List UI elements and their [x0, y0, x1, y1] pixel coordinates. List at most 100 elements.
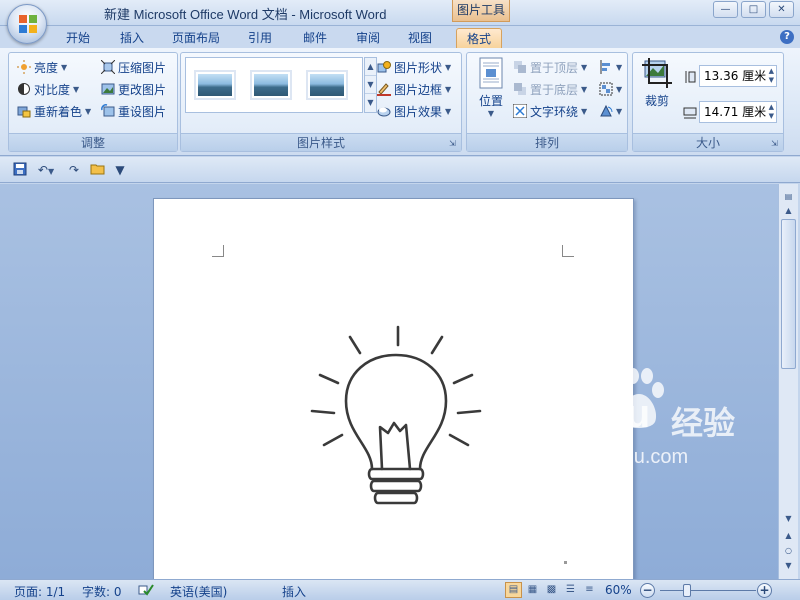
tab-home[interactable]: 开始: [56, 28, 100, 48]
open-icon[interactable]: [88, 162, 108, 178]
document-area: [0, 184, 778, 579]
quick-access-toolbar: ↶▼ ↷ ▼: [0, 157, 800, 183]
browse-object-icon[interactable]: ○: [781, 544, 796, 558]
language-indicator[interactable]: 英语(美国): [170, 583, 227, 600]
contrast-label: 对比度: [34, 82, 71, 97]
picture-style-gallery[interactable]: [185, 57, 363, 113]
print-layout-view-icon[interactable]: ▤: [505, 582, 522, 598]
minimize-button[interactable]: —: [713, 1, 738, 18]
draft-view-icon[interactable]: ≡: [581, 582, 598, 598]
tab-references[interactable]: 引用: [238, 28, 282, 48]
rotate-button[interactable]: ▼: [599, 101, 622, 121]
picture-border-button[interactable]: 图片边框 ▼: [377, 79, 451, 99]
redo-icon[interactable]: ↷: [66, 162, 82, 178]
status-bar: 页面: 1/1 字数: 0 英语(美国) 插入 ▤ ▦ ▩ ☰ ≡ 60% − …: [0, 579, 800, 600]
tab-view[interactable]: 视图: [398, 28, 442, 48]
scroll-up-icon[interactable]: ▲: [781, 204, 796, 218]
tab-mailings[interactable]: 邮件: [293, 28, 337, 48]
document-page[interactable]: [153, 198, 634, 579]
tab-insert[interactable]: 插入: [110, 28, 154, 48]
bring-front-icon: [513, 60, 527, 74]
align-button[interactable]: ▼: [599, 57, 622, 77]
rotate-icon: [599, 104, 613, 118]
compress-label: 压缩图片: [118, 60, 167, 75]
bring-to-front-button[interactable]: 置于顶层 ▼: [513, 57, 587, 77]
recolor-button[interactable]: 重新着色 ▼: [17, 101, 91, 121]
dropdown-arrow-icon: ▼: [581, 84, 588, 94]
change-picture-label: 更改图片: [118, 82, 167, 97]
zoom-out-icon[interactable]: −: [640, 583, 655, 598]
width-spinner-icon[interactable]: ▲ ▼: [769, 103, 774, 121]
height-spinner-icon[interactable]: ▲ ▼: [769, 67, 774, 85]
next-page-icon[interactable]: ▼: [781, 559, 796, 573]
group-arrange: 位置 ▼ 置于顶层 ▼ 置于底层 ▼ 文字环绕 ▼ ▼ ▼ ▼ 排列: [466, 52, 628, 152]
recolor-label: 重新着色: [34, 104, 83, 119]
reset-picture-icon: [101, 104, 115, 118]
dropdown-arrow-icon: ▼: [85, 106, 92, 116]
crop-button[interactable]: 裁剪: [637, 57, 677, 109]
zoom-slider-thumb[interactable]: [682, 584, 691, 597]
group-objects-button[interactable]: ▼: [599, 79, 622, 99]
brightness-button[interactable]: 亮度 ▼: [17, 57, 67, 77]
gallery-up-icon[interactable]: ▲: [365, 58, 376, 76]
zoom-slider-track[interactable]: [660, 590, 756, 591]
scroll-down-icon[interactable]: ▼: [781, 512, 796, 526]
maximize-button[interactable]: □: [741, 1, 766, 18]
style-thumbnail[interactable]: [250, 70, 292, 100]
recolor-icon: [17, 104, 31, 118]
save-icon[interactable]: [12, 162, 28, 178]
picture-border-label: 图片边框: [394, 82, 443, 97]
vertical-scrollbar[interactable]: ▤ ▲ ▼ ▲ ○ ▼: [778, 184, 798, 579]
word-count[interactable]: 字数: 0: [82, 583, 122, 600]
brightness-icon: [17, 60, 31, 74]
reset-picture-label: 重设图片: [118, 104, 167, 119]
contrast-button[interactable]: 对比度 ▼: [17, 79, 79, 99]
gallery-down-icon[interactable]: ▼: [365, 76, 376, 94]
group-adjust-label: 调整: [9, 133, 177, 151]
height-input[interactable]: 13.36 厘米 ▲ ▼: [699, 65, 777, 87]
brightness-label: 亮度: [34, 60, 59, 75]
gallery-more-icon[interactable]: ▼: [365, 94, 376, 112]
insert-mode[interactable]: 插入: [282, 583, 306, 600]
height-icon: [683, 70, 697, 84]
page-count[interactable]: 页面: 1/1: [14, 583, 65, 600]
position-button[interactable]: 位置 ▼: [473, 57, 509, 118]
dropdown-arrow-icon: ▼: [616, 62, 623, 72]
change-picture-button[interactable]: 更改图片: [101, 79, 166, 99]
style-thumbnail[interactable]: [194, 70, 236, 100]
undo-icon[interactable]: ↶▼: [34, 162, 58, 178]
outline-view-icon[interactable]: ☰: [562, 582, 579, 598]
text-wrap-icon: [512, 103, 528, 119]
group-picture-styles-label: 图片样式: [181, 133, 461, 151]
full-screen-reading-icon[interactable]: ▦: [524, 582, 541, 598]
tab-review[interactable]: 审阅: [346, 28, 390, 48]
send-to-back-button[interactable]: 置于底层 ▼: [513, 79, 587, 99]
reset-picture-button[interactable]: 重设图片: [101, 101, 166, 121]
picture-shape-button[interactable]: 图片形状 ▼: [377, 57, 451, 77]
scroll-thumb[interactable]: [781, 219, 796, 369]
zoom-in-icon[interactable]: +: [757, 583, 772, 598]
effects-icon: [377, 104, 391, 118]
compress-pictures-button[interactable]: 压缩图片: [100, 57, 167, 77]
margin-corner-mark: [562, 245, 574, 257]
tab-format[interactable]: 格式: [456, 28, 503, 48]
lightbulb-image[interactable]: [306, 323, 486, 523]
width-input[interactable]: 14.71 厘米 ▲ ▼: [699, 101, 777, 123]
width-value: 14.71 厘米: [704, 105, 767, 119]
group-picture-styles: ▲ ▼ ▼ 图片形状 ▼ 图片边框 ▼ 图片效果 ▼ 图片样式 ⇲: [180, 52, 462, 152]
tab-page-layout[interactable]: 页面布局: [162, 28, 230, 48]
dialog-launcher-icon[interactable]: ⇲: [771, 139, 780, 148]
help-icon[interactable]: ?: [780, 30, 794, 44]
dialog-launcher-icon[interactable]: ⇲: [449, 139, 458, 148]
picture-effects-button[interactable]: 图片效果 ▼: [377, 101, 451, 121]
proofing-icon[interactable]: [138, 583, 154, 600]
close-button[interactable]: ✕: [769, 1, 794, 18]
zoom-level[interactable]: 60%: [605, 583, 632, 597]
text-wrapping-button[interactable]: 文字环绕 ▼: [512, 101, 587, 121]
style-thumbnail[interactable]: [306, 70, 348, 100]
web-layout-icon[interactable]: ▩: [543, 582, 560, 598]
office-button[interactable]: [7, 4, 47, 44]
previous-page-icon[interactable]: ▲: [781, 529, 796, 543]
ruler-toggle-icon[interactable]: ▤: [781, 190, 796, 204]
customize-icon[interactable]: ▼: [112, 162, 128, 178]
